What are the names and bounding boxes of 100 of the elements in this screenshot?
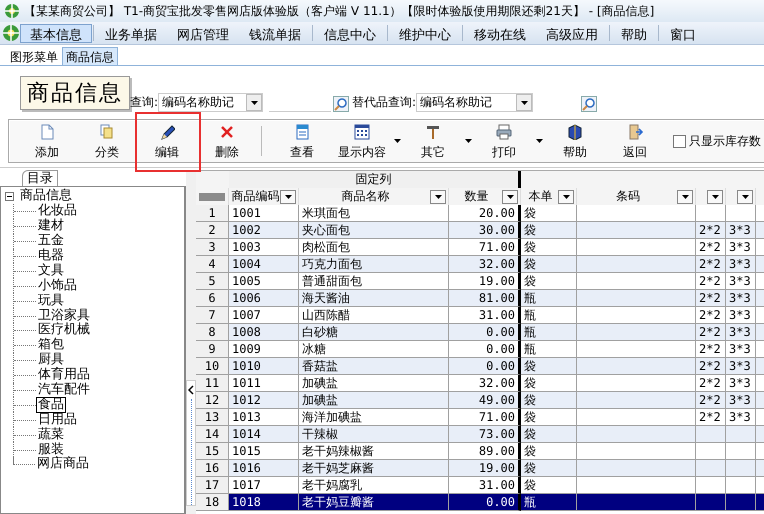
- table-cell: 加碘盐: [299, 392, 449, 409]
- toolbar-button[interactable]: 显示内容: [332, 122, 392, 160]
- row-number: 6: [196, 290, 229, 307]
- tree-item[interactable]: 厨具: [36, 352, 66, 368]
- filter-button[interactable]: [737, 190, 753, 204]
- table-cell: 0.00: [449, 324, 521, 341]
- tree-item[interactable]: 五金: [36, 233, 66, 250]
- tree-item[interactable]: 化妆品: [36, 203, 79, 220]
- tree-item[interactable]: 小饰品: [36, 278, 79, 294]
- row-number: 18: [196, 494, 229, 511]
- toolbar-button[interactable]: 添加: [17, 122, 77, 160]
- row-number: 14: [196, 426, 229, 443]
- collapse-icon[interactable]: [5, 192, 14, 201]
- filter-button[interactable]: [677, 190, 693, 204]
- toolbar-button[interactable]: 其它: [403, 122, 463, 160]
- query-mode-dropdown[interactable]: 编码名称助记: [416, 93, 534, 112]
- table-cell: 2*2: [696, 222, 726, 239]
- grid-icon: [354, 124, 370, 140]
- tree-item[interactable]: 医疗机械: [36, 322, 92, 338]
- tree-item[interactable]: 箱包: [36, 337, 66, 354]
- table-cell: 2*2: [696, 290, 726, 307]
- row-number: 9: [196, 341, 229, 358]
- dropdown-caret-icon[interactable]: [394, 139, 401, 143]
- filter-button[interactable]: [280, 190, 296, 204]
- filter-button[interactable]: [430, 190, 446, 204]
- tree-item[interactable]: 网店商品: [35, 456, 91, 472]
- row-number: 11: [196, 375, 229, 392]
- tree-item[interactable]: 文具: [36, 262, 66, 279]
- exit-door-icon: [627, 124, 643, 140]
- app-logo-icon: [4, 3, 20, 19]
- table-cell: 1014: [229, 426, 299, 443]
- document-icon: [294, 124, 310, 140]
- book-icon: [567, 124, 583, 140]
- stock-only-checkbox[interactable]: 只显示库存数: [673, 132, 761, 150]
- hammer-icon: [425, 124, 441, 140]
- menu-item[interactable]: 网店管理: [167, 24, 239, 42]
- table-cell: 巧克力面包: [299, 256, 449, 273]
- window-title: 【某某商贸公司】 T1-商贸宝批发零售网店版体验版（客户端 V 11.1）【限时体验版使用期限还剩21天】 - [商品信息]: [24, 2, 654, 20]
- row-number: 4: [196, 256, 229, 273]
- table-cell: 49.00: [449, 392, 521, 409]
- caret-icon: [520, 100, 529, 106]
- table-cell: [696, 426, 726, 443]
- menu-item[interactable]: 业务单据: [95, 24, 167, 42]
- menu-item[interactable]: 维护中心: [389, 24, 461, 42]
- filter-button[interactable]: [558, 190, 574, 204]
- menu-item[interactable]: 基本信息: [20, 24, 92, 42]
- table-cell: 白砂糖: [299, 324, 449, 341]
- table-cell: 19.00: [449, 460, 521, 477]
- tree-item[interactable]: 建材: [36, 218, 66, 234]
- toolbar-button[interactable]: 编辑: [137, 122, 197, 160]
- filter-button[interactable]: [502, 190, 518, 204]
- tree-item[interactable]: 玩具: [36, 292, 66, 309]
- caret-icon: [562, 194, 570, 198]
- table-cell: 3*3: [726, 324, 756, 341]
- row-number: 13: [196, 409, 229, 426]
- tree-item[interactable]: 体育用品: [36, 367, 92, 384]
- toolbar-button[interactable]: 查看: [272, 122, 332, 160]
- caret-icon: [712, 194, 718, 198]
- toolbar-button[interactable]: 帮助: [545, 122, 605, 160]
- tree-item[interactable]: 商品信息: [18, 188, 74, 204]
- table-cell: 1016: [229, 460, 299, 477]
- row-number: 8: [196, 324, 229, 341]
- caret-icon: [284, 194, 292, 198]
- tree-item[interactable]: 食品: [36, 396, 66, 413]
- tree-item[interactable]: 汽车配件: [36, 382, 92, 398]
- menu-item[interactable]: 钱流单据: [239, 24, 311, 42]
- dropdown-caret-icon[interactable]: [536, 139, 543, 143]
- table-cell: [726, 426, 756, 443]
- table-cell: 瓶: [521, 290, 577, 307]
- toolbar-button[interactable]: 分类: [77, 122, 137, 160]
- caret-icon: [250, 100, 259, 106]
- search-icon[interactable]: [581, 96, 598, 112]
- table-cell: [726, 460, 756, 477]
- table-cell: 海天酱油: [299, 290, 449, 307]
- table-cell: 老干妈芝麻酱: [299, 460, 449, 477]
- menu-item[interactable]: 高级应用: [536, 24, 608, 42]
- tree-item[interactable]: 日用品: [36, 412, 79, 428]
- toolbar-button[interactable]: 打印: [474, 122, 534, 160]
- alt-query-label: 替代品查询:: [352, 94, 416, 111]
- menu-item[interactable]: 移动在线: [464, 24, 536, 42]
- tree-tab[interactable]: 目录: [22, 170, 58, 186]
- table-cell: 3*3: [726, 256, 756, 273]
- row-number: 17: [196, 477, 229, 494]
- dropdown-caret-icon[interactable]: [465, 139, 472, 143]
- tree-item[interactable]: 蔬菜: [36, 426, 66, 443]
- table-cell: 袋: [521, 256, 577, 273]
- table-cell: 2*2: [696, 392, 726, 409]
- menu-item[interactable]: 信息中心: [314, 24, 386, 42]
- toolbar-button[interactable]: 返回: [605, 122, 665, 160]
- menu-item[interactable]: 帮助: [611, 24, 657, 42]
- tree-item[interactable]: 电器: [36, 248, 66, 264]
- query-mode-dropdown[interactable]: 编码名称助记: [158, 93, 264, 112]
- toolbar-button[interactable]: 删除: [197, 122, 257, 160]
- filter-button[interactable]: [707, 190, 723, 204]
- tab[interactable]: 商品信息: [62, 47, 118, 65]
- search-icon[interactable]: [333, 96, 350, 112]
- table-cell: 32.00: [449, 256, 521, 273]
- menu-item[interactable]: 窗口: [660, 24, 706, 42]
- column-group-header: 固定列: [229, 171, 521, 188]
- table-cell: 袋: [521, 222, 577, 239]
